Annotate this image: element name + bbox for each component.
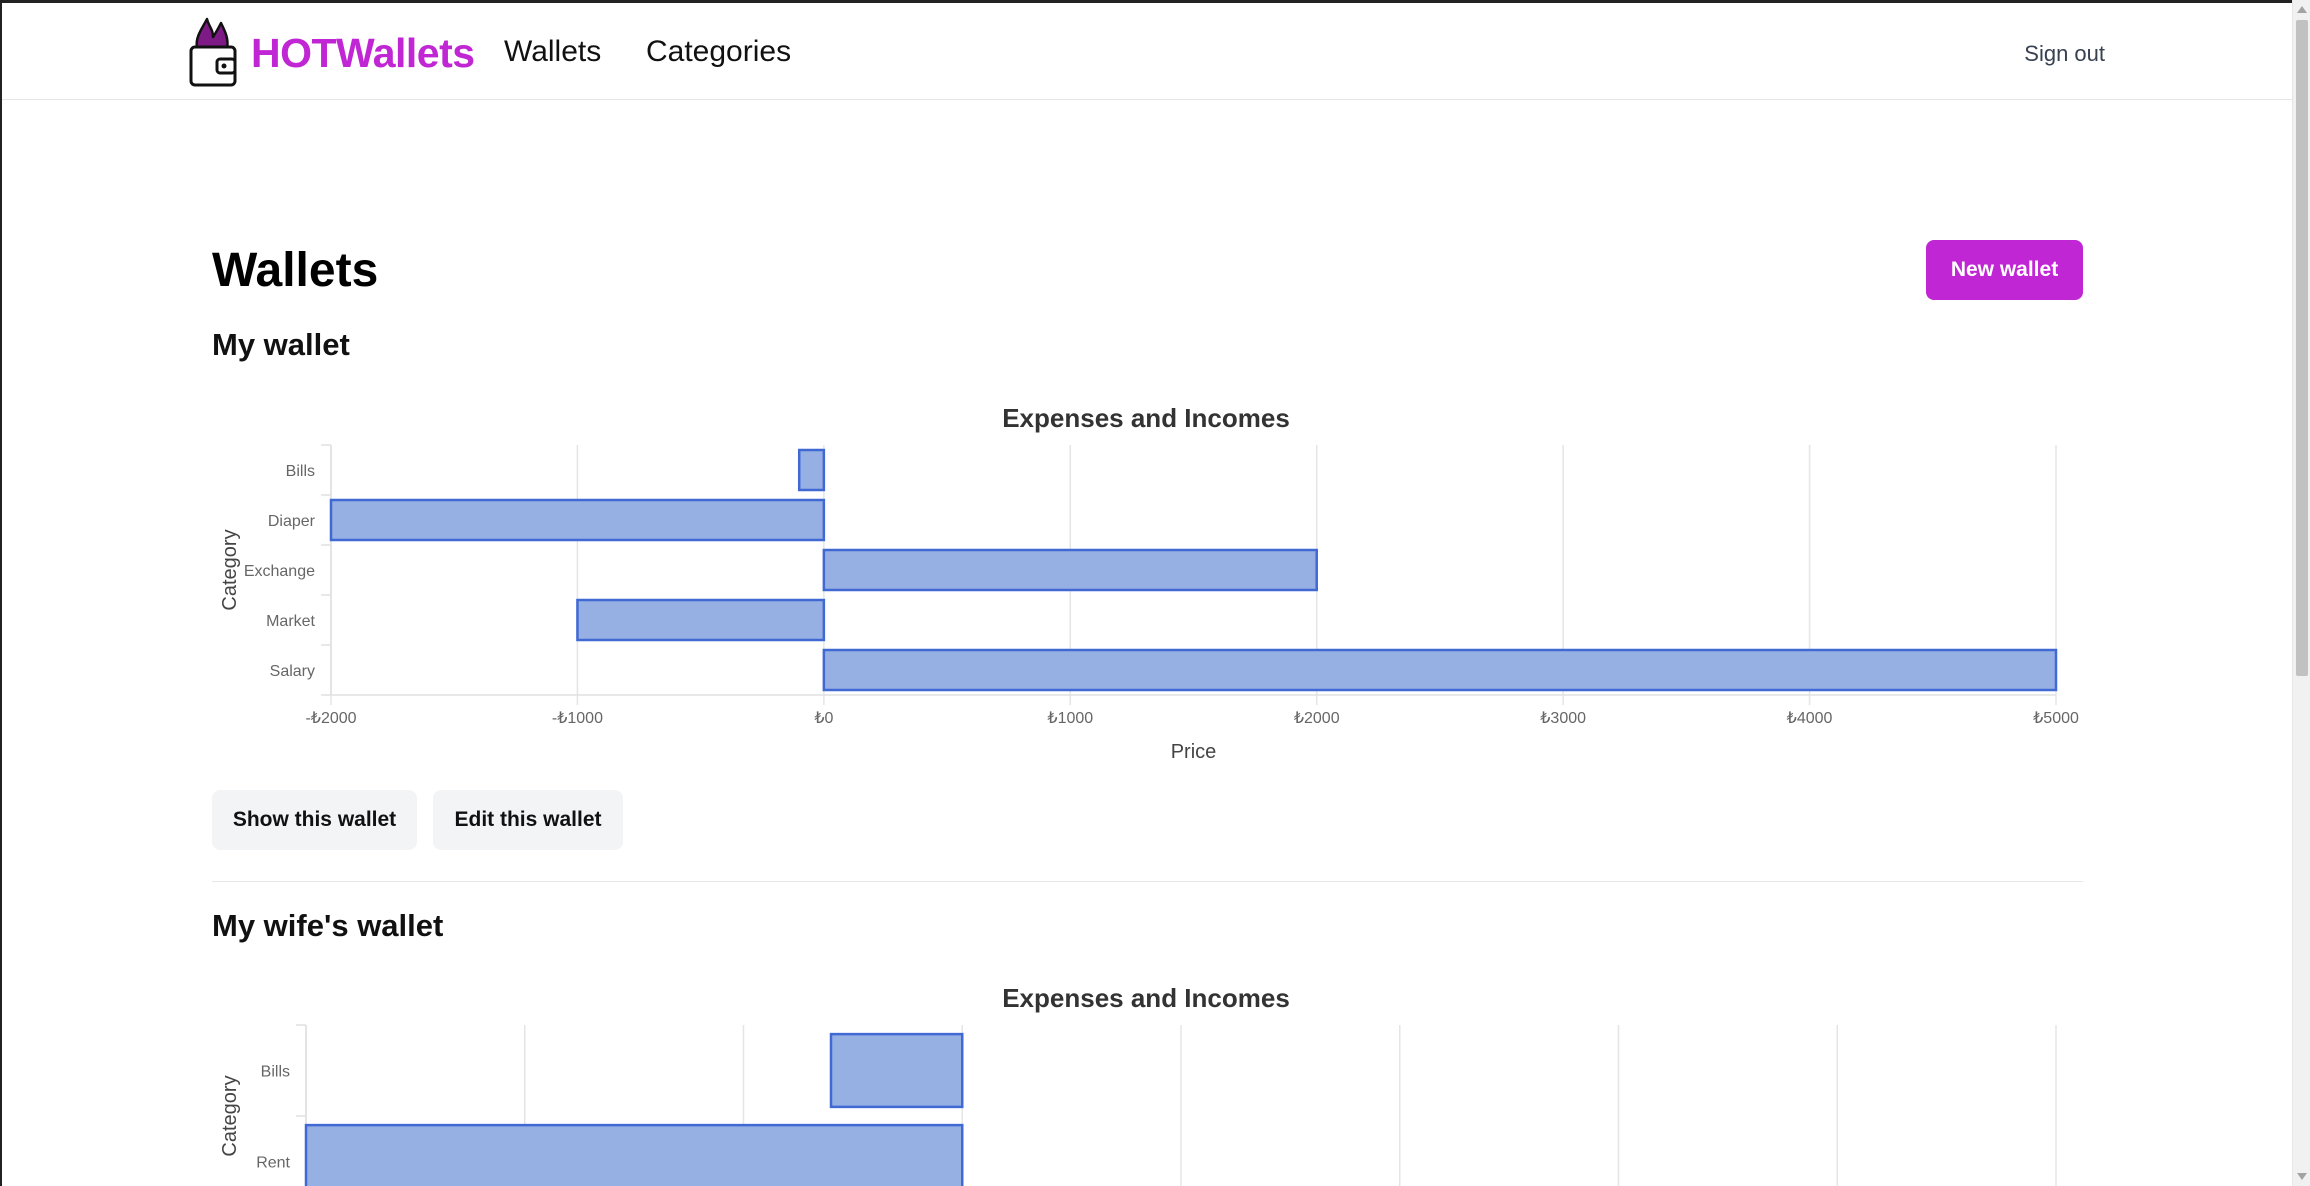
bar-exchange [822, 548, 1318, 592]
wallet-divider [212, 881, 2083, 882]
x-tick-label: ₺5000 [2033, 710, 2079, 727]
category-label: Market [266, 613, 315, 630]
y-axis-title: Category [219, 529, 241, 610]
x-tick-label: -₺1000 [552, 710, 603, 727]
page-title: Wallets [212, 244, 379, 297]
bar-salary [822, 648, 2058, 692]
sign-out-link[interactable]: Sign out [2024, 41, 2105, 67]
category-label: Salary [270, 663, 315, 680]
new-wallet-button[interactable]: New wallet [1926, 240, 2083, 300]
category-label: Bills [286, 463, 315, 480]
show-wallet-button[interactable]: Show this wallet [212, 790, 417, 850]
x-tick-label: ₺1000 [1047, 710, 1093, 727]
nav-wallets-link[interactable]: Wallets [504, 35, 601, 69]
expenses-incomes-chart: Bills Diaper Exchange Market Salary -₺2000 -₺1… [219, 444, 2079, 760]
x-tick-label: -₺2000 [305, 710, 356, 727]
vertical-scrollbar[interactable] [2292, 0, 2310, 1186]
expenses-incomes-chart: Bills Rent Category [219, 1024, 2057, 1186]
x-tick-label: ₺0 [814, 710, 833, 727]
category-label: Bills [261, 1064, 290, 1081]
bar-rent [304, 1123, 964, 1186]
edit-wallet-button[interactable]: Edit this wallet [433, 790, 623, 850]
scroll-down-arrow-icon[interactable] [2297, 1173, 2307, 1180]
x-tick-label: ₺3000 [1540, 710, 1586, 727]
bar-bills [797, 448, 826, 492]
x-axis-title: Price [1171, 741, 1217, 760]
bar-market [576, 598, 826, 642]
nav-categories-link[interactable]: Categories [646, 35, 791, 69]
bar-bills [829, 1032, 964, 1109]
scrollbar-thumb[interactable] [2296, 20, 2308, 676]
brand-name: HOTWallets [251, 29, 475, 76]
bar-diaper [329, 498, 826, 542]
category-label: Exchange [244, 563, 315, 580]
wallet-name: My wife's wallet [212, 908, 444, 943]
flaming-wallet-logo-icon [189, 17, 237, 87]
x-tick-label: ₺2000 [1294, 710, 1340, 727]
x-tick-label: ₺4000 [1787, 710, 1833, 727]
navbar: HOTWallets Wallets Categories Sign out [2, 3, 2292, 100]
scroll-up-arrow-icon[interactable] [2297, 6, 2307, 13]
category-label: Rent [256, 1155, 290, 1172]
y-axis-title: Category [219, 1075, 241, 1156]
category-label: Diaper [268, 513, 316, 530]
wallet-name: My wallet [212, 327, 350, 362]
brand-link[interactable]: HOTWallets [187, 17, 475, 89]
